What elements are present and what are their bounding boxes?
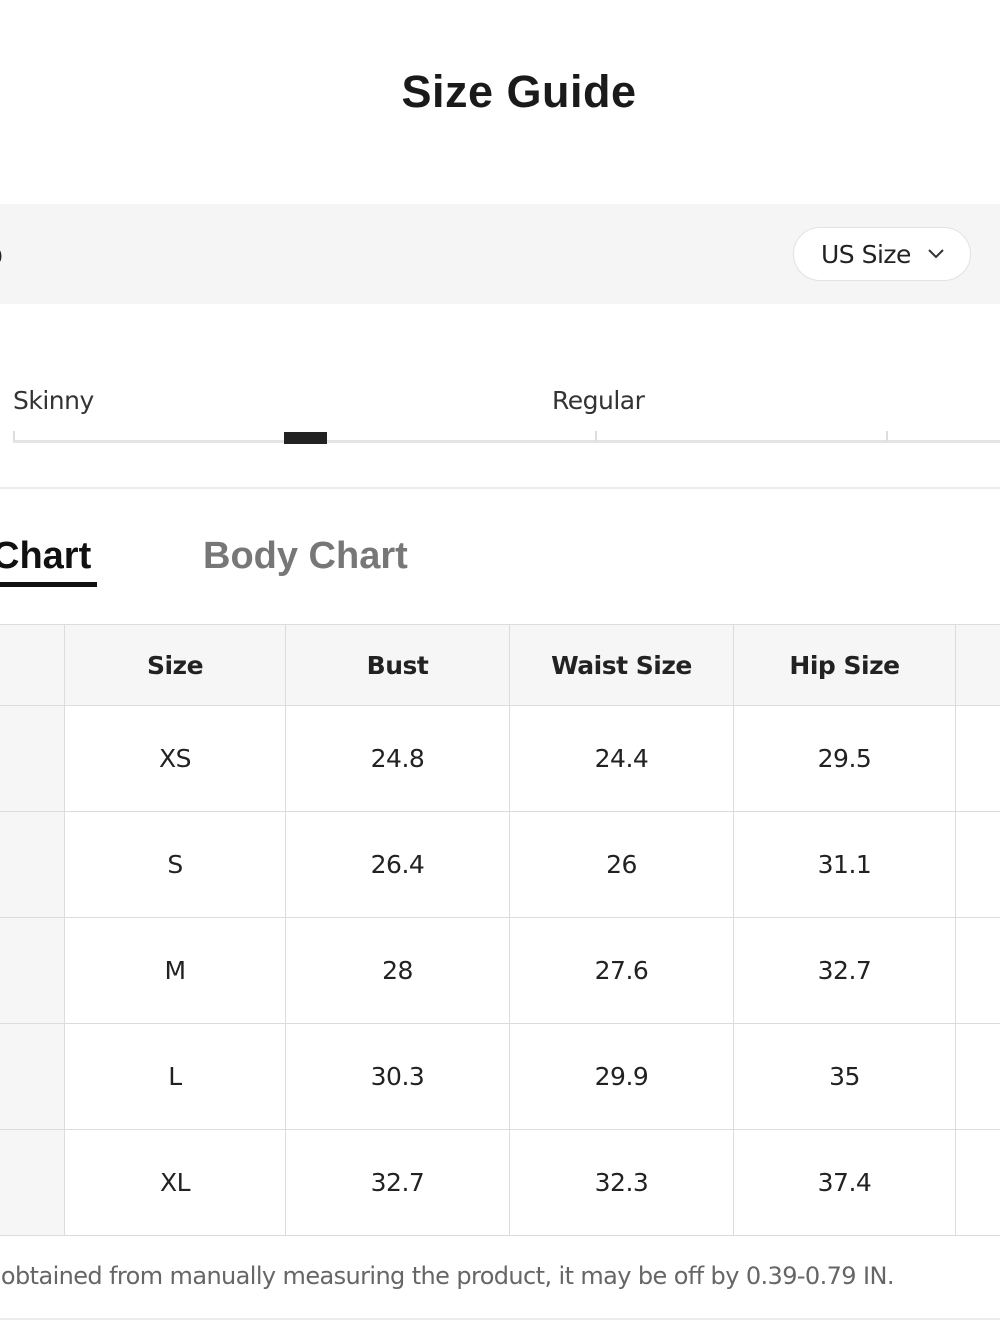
table-row: L 30.3 29.9 35	[0, 1023, 1000, 1130]
size-unit-bar: o US Size	[0, 204, 1000, 304]
table-header-row: Size Bust Waist Size Hip Size	[0, 624, 1000, 706]
table-cell: 28	[285, 917, 510, 1024]
table-cell: XL	[64, 1129, 286, 1236]
table-cell	[955, 1023, 1000, 1130]
fit-label-regular: Regular	[552, 386, 645, 415]
table-cell: M	[64, 917, 286, 1024]
table-cell: 24.8	[285, 705, 510, 812]
table-header-cell: Waist Size	[509, 624, 734, 706]
table-cell: L	[64, 1023, 286, 1130]
table-cell	[0, 1129, 65, 1236]
table-cell	[955, 917, 1000, 1024]
fit-scale-track	[13, 440, 1000, 443]
tab-body-chart[interactable]: Body Chart	[203, 534, 408, 578]
table-cell: 26	[509, 811, 734, 918]
fit-scale-tick	[886, 431, 888, 441]
table-cell: 32.3	[509, 1129, 734, 1236]
chevron-down-icon	[928, 249, 944, 259]
table-cell: 32.7	[733, 917, 956, 1024]
table-cell: S	[64, 811, 286, 918]
table-row: XS 24.8 24.4 29.5	[0, 705, 1000, 812]
table-cell: 29.9	[509, 1023, 734, 1130]
table-cell	[955, 1129, 1000, 1236]
table-cell	[0, 917, 65, 1024]
fit-scale-tick	[595, 431, 597, 441]
measurement-footnote: s obtained from manually measuring the p…	[0, 1262, 894, 1290]
table-row: S 26.4 26 31.1	[0, 811, 1000, 918]
size-table: Size Bust Waist Size Hip Size XS 24.8 24…	[0, 624, 1000, 1236]
table-cell	[0, 811, 65, 918]
size-unit-label: US Size	[821, 239, 911, 269]
table-cell: 32.7	[285, 1129, 510, 1236]
table-cell: 37.4	[733, 1129, 956, 1236]
table-cell: XS	[64, 705, 286, 812]
table-header-cell: Bust	[285, 624, 510, 706]
table-cell: 24.4	[509, 705, 734, 812]
table-cell	[0, 705, 65, 812]
table-cell: 26.4	[285, 811, 510, 918]
section-divider	[0, 487, 1000, 489]
table-header-cell: Hip Size	[733, 624, 956, 706]
size-bar-label: o	[0, 238, 3, 272]
table-cell	[955, 705, 1000, 812]
table-row: M 28 27.6 32.7	[0, 917, 1000, 1024]
fit-label-skinny: Skinny	[13, 386, 94, 415]
table-header-cell	[955, 624, 1000, 706]
table-cell: 27.6	[509, 917, 734, 1024]
page-title: Size Guide	[401, 66, 637, 117]
table-header-cell: Size	[64, 624, 286, 706]
table-cell: 29.5	[733, 705, 956, 812]
table-cell: 31.1	[733, 811, 956, 918]
tab-product-chart[interactable]: Chart	[0, 534, 91, 578]
table-cell: 35	[733, 1023, 956, 1130]
fit-scale-tick	[13, 431, 15, 441]
footer-divider	[0, 1318, 1000, 1320]
table-cell	[955, 811, 1000, 918]
table-row: XL 32.7 32.3 37.4	[0, 1129, 1000, 1236]
table-cell	[0, 1023, 65, 1130]
size-unit-dropdown[interactable]: US Size	[793, 227, 971, 281]
table-header-cell	[0, 624, 65, 706]
fit-scale-marker	[284, 432, 327, 444]
active-tab-indicator	[0, 582, 97, 587]
table-cell: 30.3	[285, 1023, 510, 1130]
